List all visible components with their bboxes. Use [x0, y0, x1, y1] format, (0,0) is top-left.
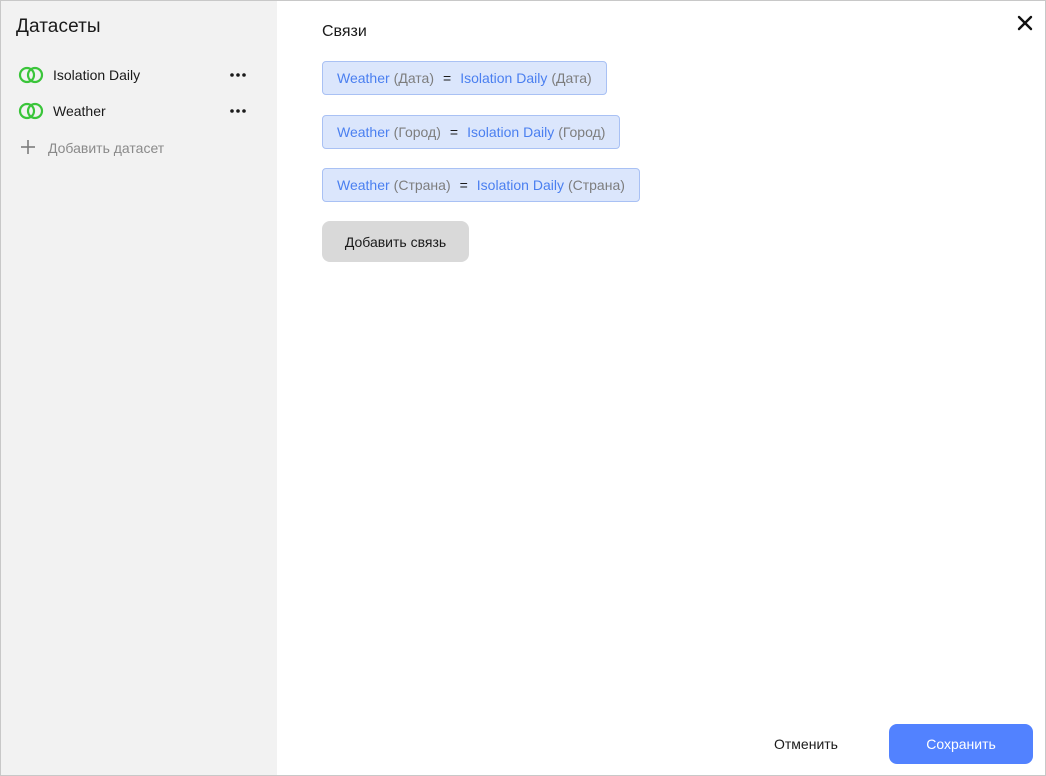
dataset-item-isolation-daily[interactable]: Isolation Daily: [1, 57, 277, 93]
add-relation-button[interactable]: Добавить связь: [322, 221, 469, 262]
relation-right-field: (Страна): [567, 177, 625, 193]
relation-chip-country[interactable]: Weather (Страна) = Isolation Daily (Стра…: [322, 168, 640, 202]
sidebar-title: Датасеты: [16, 16, 101, 37]
cancel-button[interactable]: Отменить: [759, 724, 853, 764]
relation-right-dataset: Isolation Daily: [467, 124, 555, 140]
datasets-sidebar: Датасеты Isolation Daily Weather Добавит…: [1, 1, 277, 775]
relation-operator: =: [459, 177, 468, 193]
relation-left-dataset: Weather: [337, 177, 390, 193]
more-horizontal-icon[interactable]: [227, 65, 249, 85]
relation-left-field: (Город): [393, 124, 441, 140]
relation-right-field: (Город): [558, 124, 606, 140]
dataset-rings-icon: [18, 66, 44, 84]
relation-right-dataset: Isolation Daily: [476, 177, 564, 193]
relation-left-field: (Дата): [393, 70, 434, 86]
relation-operator: =: [443, 70, 452, 86]
dataset-item-weather[interactable]: Weather: [1, 93, 277, 129]
more-horizontal-icon[interactable]: [227, 101, 249, 121]
dataset-rings-icon: [18, 102, 44, 120]
relation-right-field: (Дата): [551, 70, 592, 86]
dataset-label: Isolation Daily: [53, 67, 141, 83]
close-icon[interactable]: [1015, 13, 1035, 33]
add-dataset-label: Добавить датасет: [48, 140, 165, 156]
dataset-list: Isolation Daily Weather: [1, 57, 277, 129]
relation-left-dataset: Weather: [337, 70, 390, 86]
relation-chip-date[interactable]: Weather (Дата) = Isolation Daily (Дата): [322, 61, 607, 95]
relation-operator: =: [449, 124, 459, 140]
relation-left-dataset: Weather: [337, 124, 390, 140]
relation-left-field: (Страна): [393, 177, 451, 193]
relations-dialog: Датасеты Isolation Daily Weather Добавит…: [0, 0, 1046, 776]
dataset-label: Weather: [53, 103, 106, 119]
relations-panel: Связи Weather (Дата) = Isolation Daily (…: [277, 1, 1045, 775]
plus-icon: [21, 140, 35, 154]
relation-right-dataset: Isolation Daily: [460, 70, 548, 86]
save-button[interactable]: Сохранить: [889, 724, 1033, 764]
relation-chip-city[interactable]: Weather (Город) = Isolation Daily (Город…: [322, 115, 621, 149]
add-dataset-button[interactable]: Добавить датасет: [1, 129, 277, 165]
section-title: Связи: [322, 23, 367, 40]
